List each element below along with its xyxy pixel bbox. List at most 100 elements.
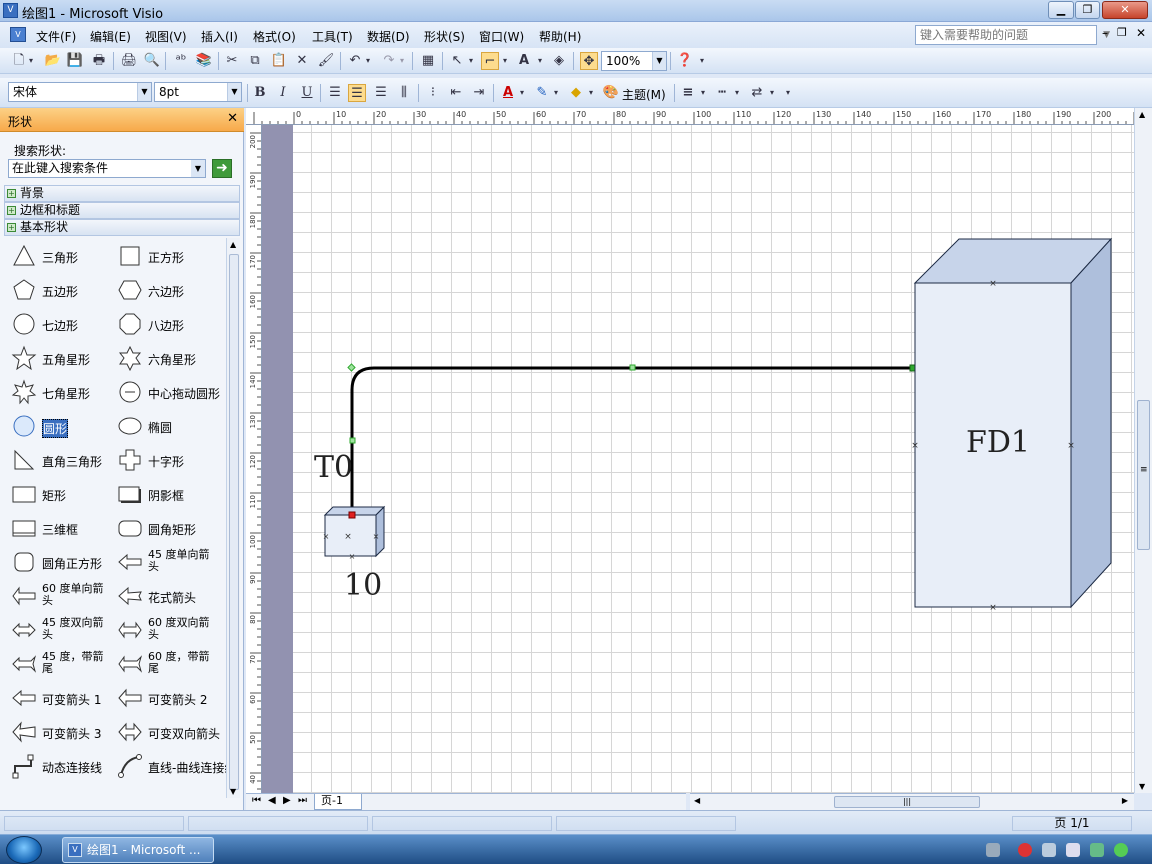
taskbar-item-visio[interactable]: V 绘图1 - Microsoft ... xyxy=(62,837,214,863)
network-icon[interactable] xyxy=(1042,843,1056,857)
menu-window[interactable]: 窗口(W) xyxy=(479,28,524,45)
menu-insert[interactable]: 插入(I) xyxy=(201,28,238,45)
scroll-up-icon[interactable]: ▲ xyxy=(1139,110,1145,119)
vertical-scrollbar[interactable]: ▲ ≡ ▼ xyxy=(1134,108,1152,793)
shape-item[interactable]: 可变箭头 2 xyxy=(112,682,218,714)
menu-edit[interactable]: 编辑(E) xyxy=(90,28,131,45)
undo-icon[interactable]: ↶ xyxy=(346,52,364,70)
font-color-icon[interactable]: A xyxy=(499,84,517,102)
font-size-combo[interactable]: 8pt ▼ xyxy=(154,82,242,102)
search-go-icon[interactable]: ➜ xyxy=(212,159,232,178)
increase-indent-icon[interactable]: ⇥ xyxy=(470,84,488,102)
line-pattern-icon[interactable]: ┅ xyxy=(713,84,731,102)
pan-zoom-icon[interactable]: ✥ xyxy=(580,52,598,70)
help-icon[interactable]: ❓ xyxy=(676,52,694,70)
start-button[interactable] xyxy=(6,836,42,864)
shape-item[interactable]: 60 度双向箭头 xyxy=(112,614,218,646)
connector-tool-icon[interactable]: ⌐ xyxy=(481,52,499,70)
save-icon[interactable]: 💾 xyxy=(66,52,84,70)
shape-item[interactable]: 矩形 xyxy=(6,478,112,510)
connector-handle[interactable] xyxy=(629,364,636,371)
align-right-icon[interactable]: ☰ xyxy=(372,84,390,102)
doc-minimize-button[interactable]: – xyxy=(1102,26,1108,40)
shapes-window-icon[interactable]: ▦ xyxy=(419,52,437,70)
research-icon[interactable]: 📚 xyxy=(195,52,213,70)
shape-item[interactable]: 45 度，带箭尾 xyxy=(6,648,112,680)
new-dropdown-icon[interactable]: ▾ xyxy=(26,52,36,70)
underline-icon[interactable]: U xyxy=(298,84,316,102)
stencil-basic-shapes[interactable]: + 基本形状 xyxy=(4,219,240,236)
menu-data[interactable]: 数据(D) xyxy=(367,28,410,45)
shape-item[interactable]: 七角星形 xyxy=(6,376,112,408)
stamp-tool-icon[interactable]: ◈ xyxy=(550,52,568,70)
shape-item[interactable]: 三维框 xyxy=(6,512,112,544)
redo-icon[interactable]: ↷ xyxy=(380,52,398,70)
restore-button[interactable]: ❐ xyxy=(1075,1,1100,19)
menu-format[interactable]: 格式(O) xyxy=(253,28,296,45)
toolbar-options-icon[interactable]: ▾ xyxy=(697,52,707,70)
scroll-right-icon[interactable]: ▶ xyxy=(1122,796,1128,805)
permission-icon[interactable]: 🖶 xyxy=(90,52,108,70)
line-ends-icon[interactable]: ⇄ xyxy=(748,84,766,102)
zoom-combo[interactable]: 100% ▼ xyxy=(601,51,667,71)
print-icon[interactable]: 🖨 xyxy=(120,52,138,70)
cut-icon[interactable]: ✂ xyxy=(223,52,241,70)
shape-item[interactable]: 六角星形 xyxy=(112,342,218,374)
first-page-icon[interactable]: ⏮ xyxy=(252,795,261,806)
document-icon[interactable]: V xyxy=(10,27,26,42)
theme-button[interactable]: 主题(M) xyxy=(622,86,666,103)
stencil-background[interactable]: + 背景 xyxy=(4,185,240,202)
help-search-input[interactable]: 键入需要帮助的问题 ▼ xyxy=(915,25,1110,45)
shape-item[interactable]: 十字形 xyxy=(112,444,218,476)
shape-item[interactable]: 五角星形 xyxy=(6,342,112,374)
scroll-left-icon[interactable]: ◀ xyxy=(694,796,700,805)
shape-item[interactable]: 六边形 xyxy=(112,274,218,306)
menu-shapes[interactable]: 形状(S) xyxy=(424,28,465,45)
last-page-icon[interactable]: ⏭ xyxy=(298,795,307,806)
shape-item[interactable]: 花式箭头 xyxy=(112,580,218,612)
connector-dropdown-icon[interactable]: ▾ xyxy=(500,52,510,70)
minimize-button[interactable]: ▁ xyxy=(1048,1,1074,19)
shape-item[interactable]: 五边形 xyxy=(6,274,112,306)
shape-item[interactable]: 直角三角形 xyxy=(6,444,112,476)
shape-item[interactable]: 可变箭头 3 xyxy=(6,716,112,748)
shape-item[interactable]: 阴影框 xyxy=(112,478,218,510)
line-weight-icon[interactable]: ≡ xyxy=(679,84,697,102)
visio-app-icon[interactable]: V xyxy=(3,3,18,18)
text-dropdown-icon[interactable]: ▾ xyxy=(535,52,545,70)
horizontal-ruler[interactable]: 0 10 20 30 40 50 60 70 80 90 100 110 120 130 140 150 160… xyxy=(246,108,1134,125)
vertical-ruler[interactable]: 200 190 180 170 160 150 140 130 120 110 100 90 80 70 6… xyxy=(246,125,262,793)
shape-item[interactable]: 圆角正方形 xyxy=(6,546,112,578)
line-weight-dropdown-icon[interactable]: ▾ xyxy=(698,84,708,102)
scroll-up-icon[interactable]: ▲ xyxy=(230,240,236,249)
shape-item[interactable]: 45 度双向箭头 xyxy=(6,614,112,646)
next-page-icon[interactable]: ▶ xyxy=(283,795,291,806)
connector-handle[interactable] xyxy=(349,437,356,444)
scroll-thumb[interactable]: ||| xyxy=(834,796,980,808)
align-center-icon[interactable]: ☰ xyxy=(348,84,366,102)
connector-start-point[interactable] xyxy=(348,511,356,519)
fill-color-icon[interactable]: ◆ xyxy=(567,84,585,102)
theme-icon[interactable]: 🎨 xyxy=(602,84,620,102)
shape-item[interactable]: 椭圆 xyxy=(112,410,218,442)
decrease-indent-icon[interactable]: ⇤ xyxy=(447,84,465,102)
italic-icon[interactable]: I xyxy=(274,84,292,102)
shape-item[interactable]: 八边形 xyxy=(112,308,218,340)
label-t0[interactable]: T0 xyxy=(314,450,353,485)
shape-item[interactable]: 可变双向箭头 xyxy=(112,716,220,748)
line-ends-dropdown-icon[interactable]: ▾ xyxy=(767,84,777,102)
justify-icon[interactable]: ⫼ xyxy=(395,84,413,102)
shape-item[interactable]: 直线-曲线连接线 xyxy=(112,750,236,782)
close-icon[interactable]: ✕ xyxy=(227,111,238,126)
spelling-icon[interactable]: ᵃᵇ xyxy=(172,52,190,70)
device-icon[interactable] xyxy=(1090,843,1104,857)
tab-page-1[interactable]: 页-1 xyxy=(314,794,362,810)
connector-handle[interactable] xyxy=(347,363,356,372)
scroll-thumb[interactable]: ≡ xyxy=(1137,400,1150,550)
line-color-icon[interactable]: ✎ xyxy=(533,84,551,102)
chevron-down-icon[interactable]: ▼ xyxy=(652,52,666,70)
dynamic-connector[interactable] xyxy=(350,366,913,517)
doc-restore-button[interactable]: ❐ xyxy=(1117,26,1127,39)
shape-item[interactable]: 45 度单向箭头 xyxy=(112,546,218,578)
toolbar-options-icon[interactable]: ▾ xyxy=(783,84,793,102)
